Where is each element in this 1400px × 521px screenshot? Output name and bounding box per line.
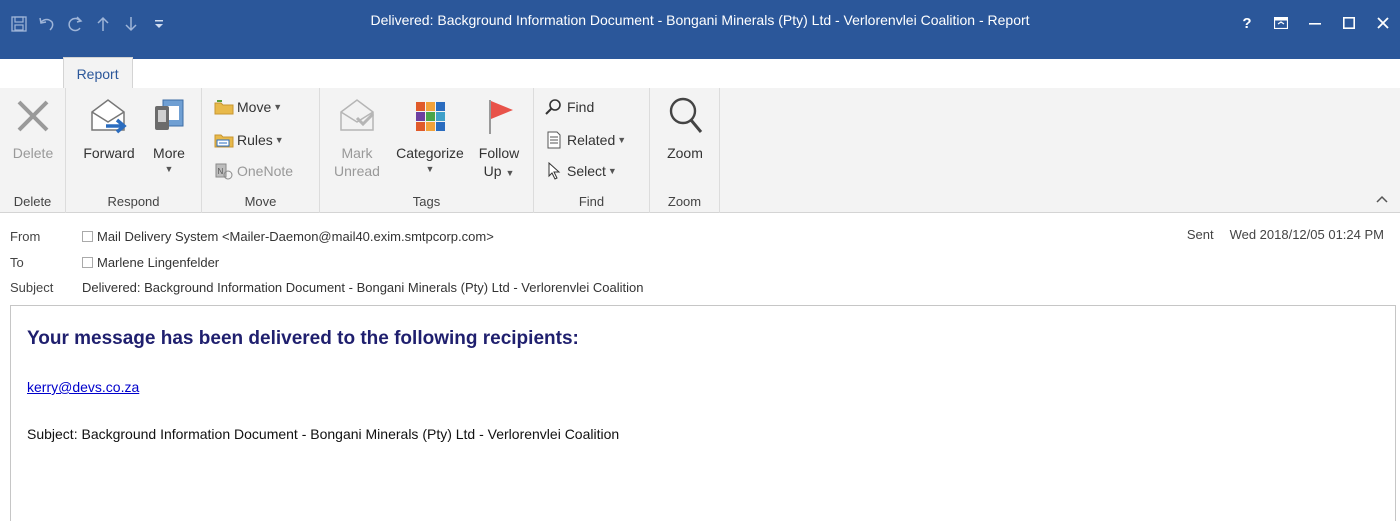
message-body[interactable]: Your message has been delivered to the f… bbox=[10, 305, 1396, 521]
follow-up-button[interactable]: Follow Up ▼ bbox=[472, 92, 526, 180]
group-label-move: Move bbox=[244, 194, 277, 209]
group-label-tags: Tags bbox=[412, 194, 441, 209]
onenote-label: OneNote bbox=[237, 163, 294, 179]
svg-text:N: N bbox=[218, 167, 224, 176]
rules-dropdown-icon: ▼ bbox=[274, 135, 284, 145]
cursor-icon bbox=[544, 161, 564, 181]
title-bar: Delivered: Background Information Docume… bbox=[0, 0, 1400, 59]
group-label-respond: Respond bbox=[107, 194, 160, 209]
to-label: To bbox=[10, 254, 24, 270]
search-icon bbox=[544, 97, 564, 117]
more-respond-button[interactable]: More ▼ bbox=[144, 92, 194, 176]
close-button[interactable] bbox=[1366, 8, 1400, 38]
window-title: Delivered: Background Information Docume… bbox=[370, 12, 1030, 28]
tab-report[interactable]: Report bbox=[62, 57, 133, 89]
more-respond-icon bbox=[147, 92, 191, 140]
ribbon: Delete Delete Forward More ▼ Respond Mov… bbox=[0, 88, 1400, 213]
delete-button[interactable]: Delete bbox=[6, 92, 60, 162]
close-icon bbox=[1377, 17, 1389, 29]
delivered-subject-line: Subject: Background Information Document… bbox=[27, 426, 620, 442]
categorize-label: Categorize bbox=[396, 145, 464, 161]
message-header: From Mail Delivery System <Mailer-Daemon… bbox=[0, 213, 1400, 303]
mark-unread-label-1: Mark bbox=[341, 145, 373, 161]
select-dropdown-icon: ▼ bbox=[607, 166, 617, 176]
group-zoom: Zoom Zoom bbox=[650, 88, 720, 213]
mark-unread-button[interactable]: Mark Unread bbox=[328, 92, 386, 180]
group-respond: Forward More ▼ Respond bbox=[66, 88, 202, 213]
maximize-button[interactable] bbox=[1332, 8, 1366, 38]
group-label-find: Find bbox=[578, 194, 605, 209]
zoom-label: Zoom bbox=[667, 145, 703, 161]
recipient-link[interactable]: kerry@devs.co.za bbox=[27, 379, 139, 395]
follow-up-label-2: Up bbox=[483, 163, 502, 179]
mark-unread-label-2: Unread bbox=[334, 163, 380, 179]
follow-up-dropdown-icon: ▼ bbox=[505, 168, 515, 178]
help-button[interactable]: ? bbox=[1230, 8, 1264, 38]
subject-label: Subject bbox=[10, 279, 54, 295]
from-label: From bbox=[10, 228, 41, 244]
collapse-ribbon-icon[interactable] bbox=[1376, 192, 1388, 206]
more-dropdown-icon: ▼ bbox=[164, 164, 174, 174]
zoom-button[interactable]: Zoom bbox=[658, 92, 712, 162]
onenote-button[interactable]: N OneNote bbox=[214, 160, 293, 182]
select-label: Select bbox=[567, 163, 606, 179]
delete-label: Delete bbox=[12, 145, 54, 161]
move-folder-icon bbox=[214, 97, 234, 117]
forward-button[interactable]: Forward bbox=[76, 92, 142, 162]
sent-info: Sent Wed 2018/12/05 01:24 PM bbox=[1187, 227, 1384, 242]
minimize-icon bbox=[1309, 23, 1321, 25]
forward-icon bbox=[87, 92, 131, 140]
ribbon-tabs: File Report bbox=[0, 55, 133, 89]
flag-icon bbox=[477, 92, 521, 140]
group-delete: Delete Delete bbox=[0, 88, 66, 213]
categorize-button[interactable]: Categorize ▼ bbox=[388, 92, 472, 176]
sent-value: Wed 2018/12/05 01:24 PM bbox=[1229, 227, 1384, 242]
forward-label: Forward bbox=[83, 145, 135, 161]
ribbon-display-icon bbox=[1274, 17, 1288, 29]
maximize-icon bbox=[1343, 17, 1355, 29]
group-find: Find Related ▼ Select ▼ Find bbox=[534, 88, 650, 213]
window-controls: ? bbox=[1230, 8, 1400, 38]
group-tags: Mark Unread Categorize ▼ Follow Up ▼ Tag… bbox=[320, 88, 534, 213]
move-label: Move bbox=[237, 99, 272, 115]
to-contact-checkbox-icon[interactable] bbox=[82, 256, 93, 268]
delivery-heading: Your message has been delivered to the f… bbox=[27, 328, 579, 349]
group-label-zoom: Zoom bbox=[667, 194, 702, 209]
find-label: Find bbox=[567, 99, 595, 115]
more-label: More bbox=[153, 145, 185, 161]
categorize-dropdown-icon: ▼ bbox=[425, 164, 435, 174]
move-dropdown-icon: ▼ bbox=[273, 102, 283, 112]
select-button[interactable]: Select ▼ bbox=[544, 160, 617, 182]
move-button[interactable]: Move ▼ bbox=[214, 96, 282, 118]
rules-icon bbox=[214, 130, 234, 150]
categorize-icon bbox=[408, 92, 452, 140]
to-value[interactable]: Marlene Lingenfelder bbox=[97, 255, 219, 270]
delete-icon bbox=[11, 92, 55, 140]
from-value[interactable]: Mail Delivery System <Mailer-Daemon@mail… bbox=[97, 229, 494, 244]
rules-button[interactable]: Rules ▼ bbox=[214, 129, 284, 151]
to-row: To Marlene Lingenfelder bbox=[10, 251, 219, 273]
onenote-icon: N bbox=[214, 161, 234, 181]
minimize-button[interactable] bbox=[1298, 8, 1332, 38]
related-dropdown-icon: ▼ bbox=[617, 135, 627, 145]
sent-label: Sent bbox=[1186, 227, 1214, 242]
related-document-icon bbox=[544, 130, 564, 150]
subject-row: Subject Delivered: Background Informatio… bbox=[10, 276, 643, 298]
follow-up-label-1: Follow bbox=[478, 145, 520, 161]
ribbon-display-options-button[interactable] bbox=[1264, 8, 1298, 38]
group-move: Move ▼ Rules ▼ N OneNote Move bbox=[202, 88, 320, 213]
rules-label: Rules bbox=[237, 132, 273, 148]
zoom-icon bbox=[663, 92, 707, 140]
related-button[interactable]: Related ▼ bbox=[544, 129, 626, 151]
subject-value: Delivered: Background Information Docume… bbox=[82, 279, 644, 295]
from-contact-checkbox-icon[interactable] bbox=[82, 230, 93, 242]
group-label-delete: Delete bbox=[13, 194, 52, 209]
from-row: From Mail Delivery System <Mailer-Daemon… bbox=[10, 225, 494, 247]
mark-unread-icon bbox=[335, 92, 379, 140]
tab-file[interactable]: File bbox=[0, 57, 59, 89]
find-button[interactable]: Find bbox=[544, 96, 594, 118]
related-label: Related bbox=[567, 132, 616, 148]
